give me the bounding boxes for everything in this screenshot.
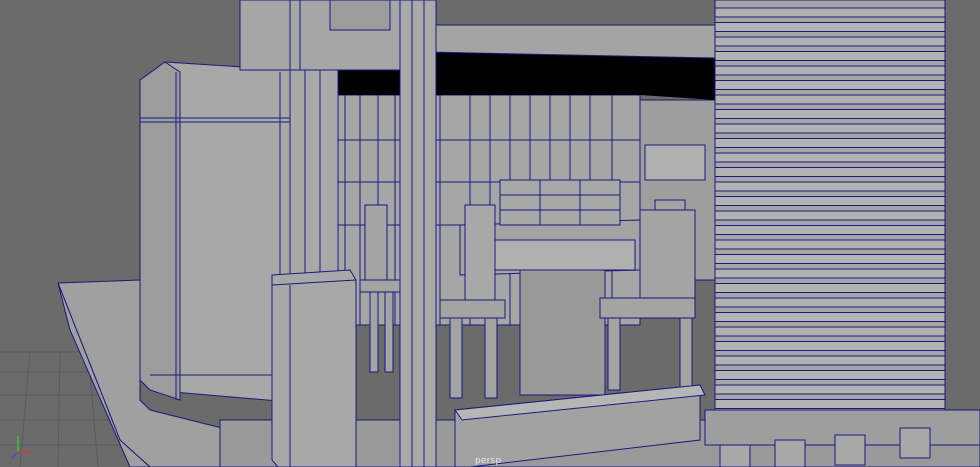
camera-name-label: persp	[475, 456, 502, 466]
louver-slat	[714, 384, 946, 395]
louver-slat	[714, 123, 946, 134]
louver-slat	[714, 399, 946, 409]
louver-slat	[714, 94, 946, 105]
front-pillar	[399, 0, 437, 467]
louver-slat	[714, 80, 946, 90]
louver-slat	[714, 326, 946, 337]
louver-slat	[714, 355, 946, 366]
louver-slat	[714, 370, 946, 380]
louver-slat	[714, 36, 946, 47]
louver-slat	[714, 22, 946, 32]
louver-slat	[714, 283, 946, 293]
louver-slat	[714, 239, 946, 250]
louver-slat	[714, 254, 946, 264]
louvered-panel	[704, 0, 980, 467]
louver-slat	[714, 109, 946, 119]
louver-slat	[714, 297, 946, 308]
front-block	[271, 269, 357, 467]
louver-slat	[714, 268, 946, 279]
louver-slat	[714, 51, 946, 61]
scene-render[interactable]	[0, 0, 980, 467]
louver-slat	[714, 167, 946, 177]
louver-slat	[714, 152, 946, 163]
louver-slat	[714, 138, 946, 148]
louver-slat	[714, 65, 946, 76]
louver-slat	[714, 181, 946, 192]
louver-slat	[714, 7, 946, 18]
louver-slat	[714, 225, 946, 235]
louver-slat	[714, 341, 946, 351]
louver-slat	[714, 196, 946, 206]
maya-perspective-viewport[interactable]: persp	[0, 0, 980, 467]
louver-slat	[714, 210, 946, 221]
axis-gizmo-icon	[10, 430, 40, 460]
left-cabinet	[139, 61, 291, 403]
louver-slat	[714, 312, 946, 322]
